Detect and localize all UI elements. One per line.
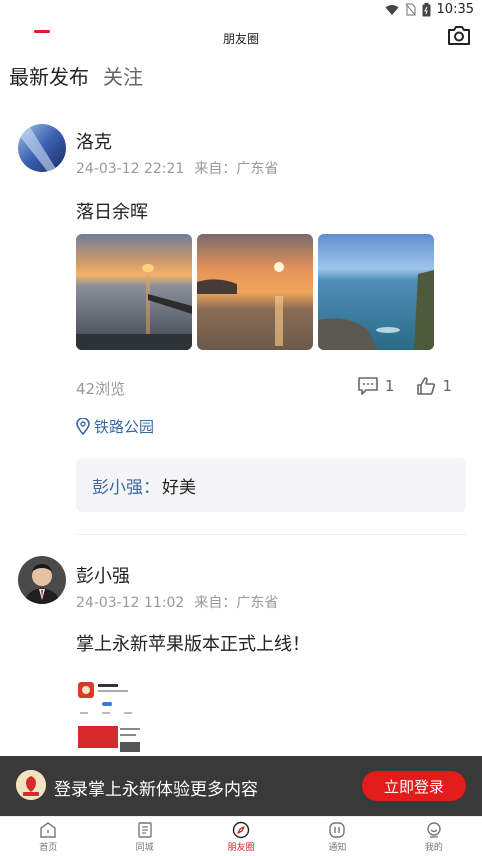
login-prompt: 登录掌上永新体验更多内容 (54, 780, 258, 800)
like-count: 1 (442, 377, 452, 395)
post-meta: 24-03-12 22:21 来自：广东省 (76, 158, 278, 178)
post-time: 24-03-12 11:02 (76, 595, 185, 611)
nav-item-notifications[interactable]: 通知 (289, 817, 385, 856)
post-photo[interactable] (76, 666, 144, 764)
nav-label: 通知 (328, 842, 347, 853)
nav-label: 我的 (424, 842, 443, 853)
post-meta: 24-03-12 11:02 来自：广东省 (76, 592, 278, 612)
feed-tabs: 最新发布 关注 (9, 64, 143, 90)
post-text: 掌上永新苹果版本正式上线！ (76, 634, 310, 655)
camera-button[interactable] (446, 22, 472, 48)
camera-icon (448, 26, 470, 45)
location-label: 铁路公园 (94, 418, 155, 436)
like-button[interactable]: 1 (416, 376, 452, 396)
comment-text: 好美 (162, 477, 196, 498)
nav-label: 朋友圈 (227, 842, 255, 853)
post-photo[interactable] (318, 234, 434, 350)
nav-item-home[interactable]: 首页 (0, 817, 96, 856)
no-sim-icon (405, 3, 416, 16)
comment-button[interactable]: 1 (357, 376, 395, 396)
post-location[interactable]: 铁路公园 (76, 416, 154, 437)
avatar[interactable] (18, 124, 66, 172)
city-icon (137, 821, 152, 838)
nav-item-profile[interactable]: 我的 (386, 817, 482, 856)
login-banner: 登录掌上永新体验更多内容 立即登录 (0, 756, 482, 816)
post-photo[interactable] (197, 234, 313, 350)
post-divider (76, 534, 466, 535)
nav-item-city[interactable]: 同城 (96, 817, 192, 856)
page-title: 朋友圈 (222, 32, 259, 46)
post-actions: 1 1 (357, 376, 452, 396)
nav-item-moments[interactable]: 朋友圈 (193, 817, 289, 856)
comment-user[interactable]: 彭小强 (92, 473, 143, 498)
avatar[interactable] (18, 556, 66, 604)
photo-grid (76, 234, 434, 350)
post-text: 落日余晖 (76, 202, 148, 223)
comment-box: 彭小强：好美 (76, 458, 466, 512)
home-icon (40, 821, 56, 838)
post-time: 24-03-12 22:21 (76, 161, 185, 177)
comment-icon (358, 377, 378, 395)
comment-count: 1 (384, 377, 395, 395)
comment-separator: ： (143, 477, 160, 498)
post-photo[interactable] (76, 234, 192, 350)
compass-icon (232, 821, 250, 838)
location-pin-icon (76, 418, 90, 435)
post-origin: 来自：广东省 (194, 161, 279, 177)
app-logo (16, 770, 46, 800)
profile-icon (427, 821, 441, 838)
login-button[interactable]: 立即登录 (362, 771, 466, 801)
tab-following[interactable]: 关注 (103, 64, 143, 90)
nav-label: 首页 (39, 842, 58, 853)
wifi-icon (385, 4, 399, 15)
active-tab-indicator (34, 30, 50, 33)
bottom-nav: 首页 同城 朋友圈 通知 我的 (0, 816, 482, 856)
post-origin: 来自：广东省 (194, 595, 279, 611)
status-icons: 10:35 (385, 2, 474, 17)
notification-icon (329, 821, 346, 838)
nav-label: 同城 (135, 842, 154, 853)
status-time: 10:35 (436, 2, 474, 17)
tab-latest[interactable]: 最新发布 (9, 64, 89, 90)
status-bar: 10:35 (0, 0, 482, 22)
post-author[interactable]: 洛克 (76, 128, 112, 154)
thumbs-up-icon (417, 377, 436, 395)
view-count: 42浏览 (76, 380, 126, 398)
battery-icon (422, 2, 431, 16)
post-author[interactable]: 彭小强 (76, 562, 130, 588)
